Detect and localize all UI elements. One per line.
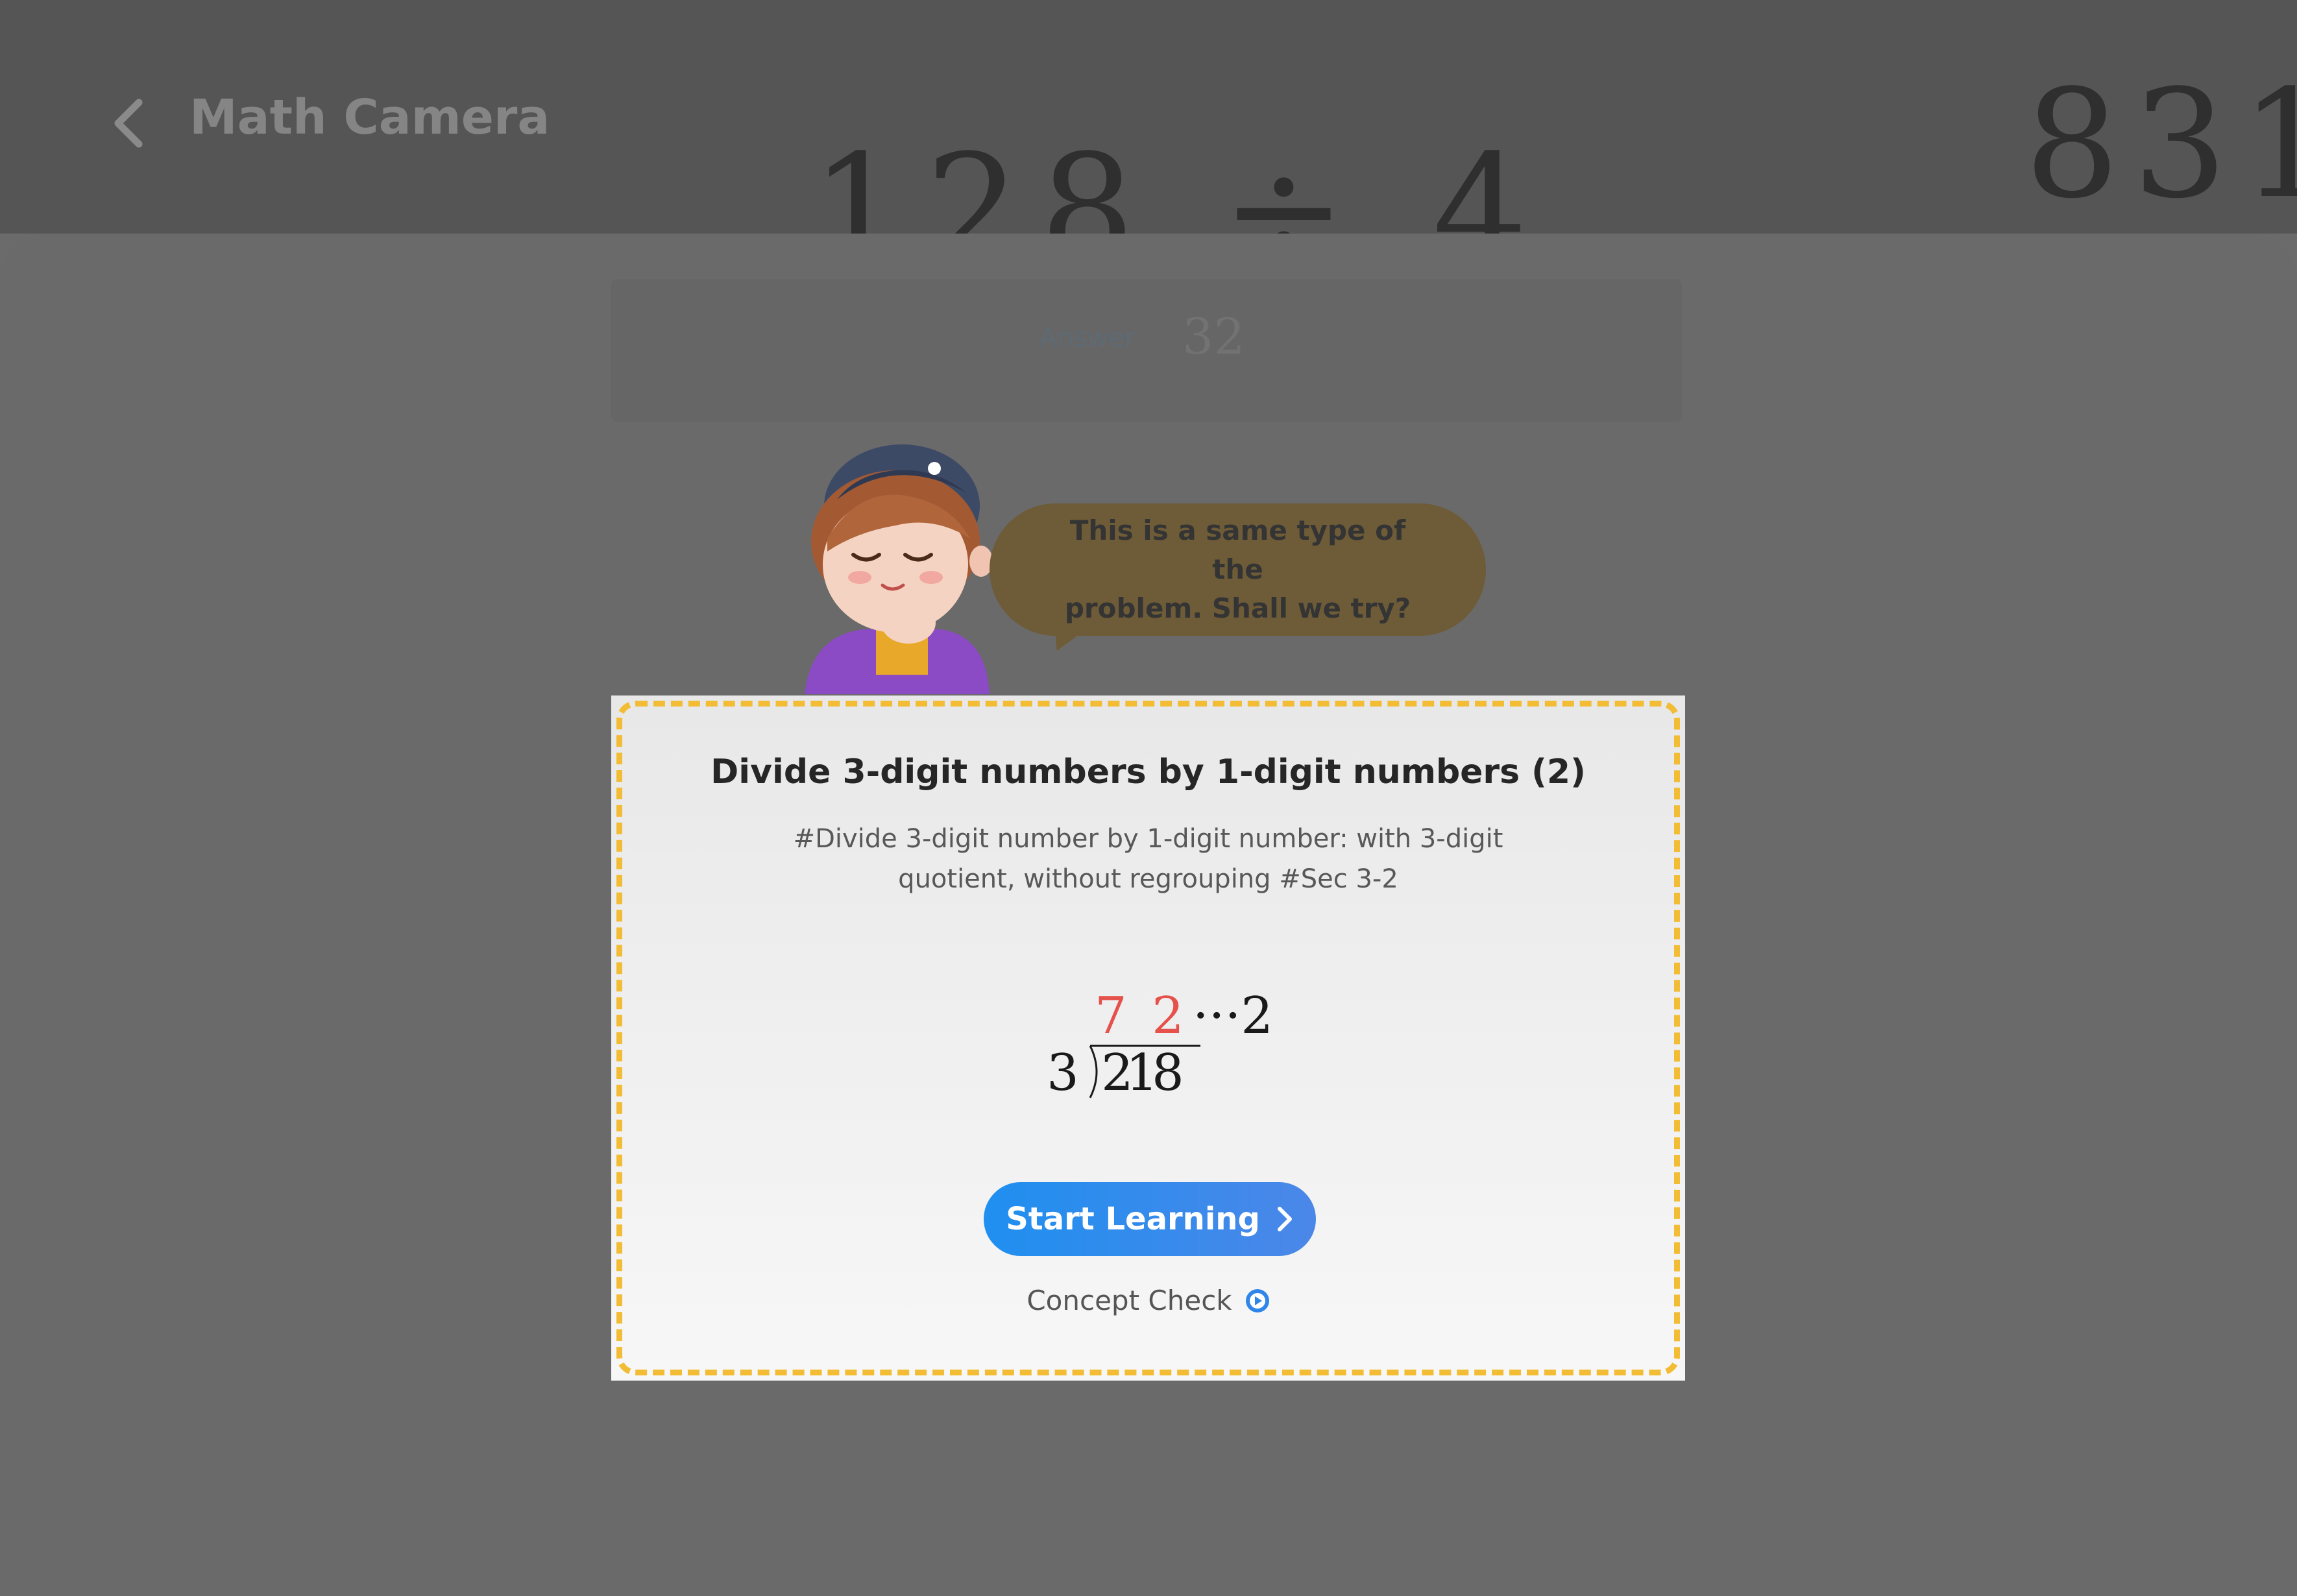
similar-problem-card: Divide 3-digit numbers by 1-digit number… [611,695,1685,1381]
division-bracket [1089,1045,1098,1098]
quotient-digit: 7 [1095,987,1127,1045]
play-circle-icon [1245,1288,1269,1312]
card-tags-line-2: quotient, without regrouping #Sec 3-2 [898,864,1398,894]
answer-value: 32 [1182,308,1245,365]
start-learning-label: Start Learning [1006,1201,1260,1237]
long-division-example: 7 2 ···2 3 2 1 8 [1047,987,1273,1102]
card-title: Divide 3-digit numbers by 1-digit number… [711,753,1586,792]
chevron-left-icon [114,99,143,148]
chevron-right-icon [1277,1207,1292,1231]
mascot-character [805,444,993,694]
speech-bubble-line-2: problem. Shall we try? [1064,592,1411,624]
card-tags: #Divide 3-digit number by 1-digit number… [767,819,1529,899]
remainder-text: ···2 [1193,987,1273,1045]
speech-bubble: This is a same type of the problem. Shal… [990,503,1486,636]
start-learning-button[interactable]: Start Learning [984,1182,1316,1256]
top-bar: Math Camera [0,0,2297,247]
page-title: Math Camera [189,90,550,145]
back-button[interactable] [104,91,156,156]
speech-bubble-line-1: This is a same type of the [1069,514,1406,585]
divisor: 3 [1047,1044,1079,1102]
dividend-digit: 8 [1152,1044,1184,1102]
answer-label: Answer [1039,323,1136,353]
quotient-digit: 2 [1152,987,1184,1045]
concept-check-link[interactable]: Concept Check [611,1285,1685,1316]
concept-check-label: Concept Check [1027,1285,1232,1316]
answer-row [611,279,1682,422]
card-tags-line-1: #Divide 3-digit number by 1-digit number… [793,824,1503,854]
